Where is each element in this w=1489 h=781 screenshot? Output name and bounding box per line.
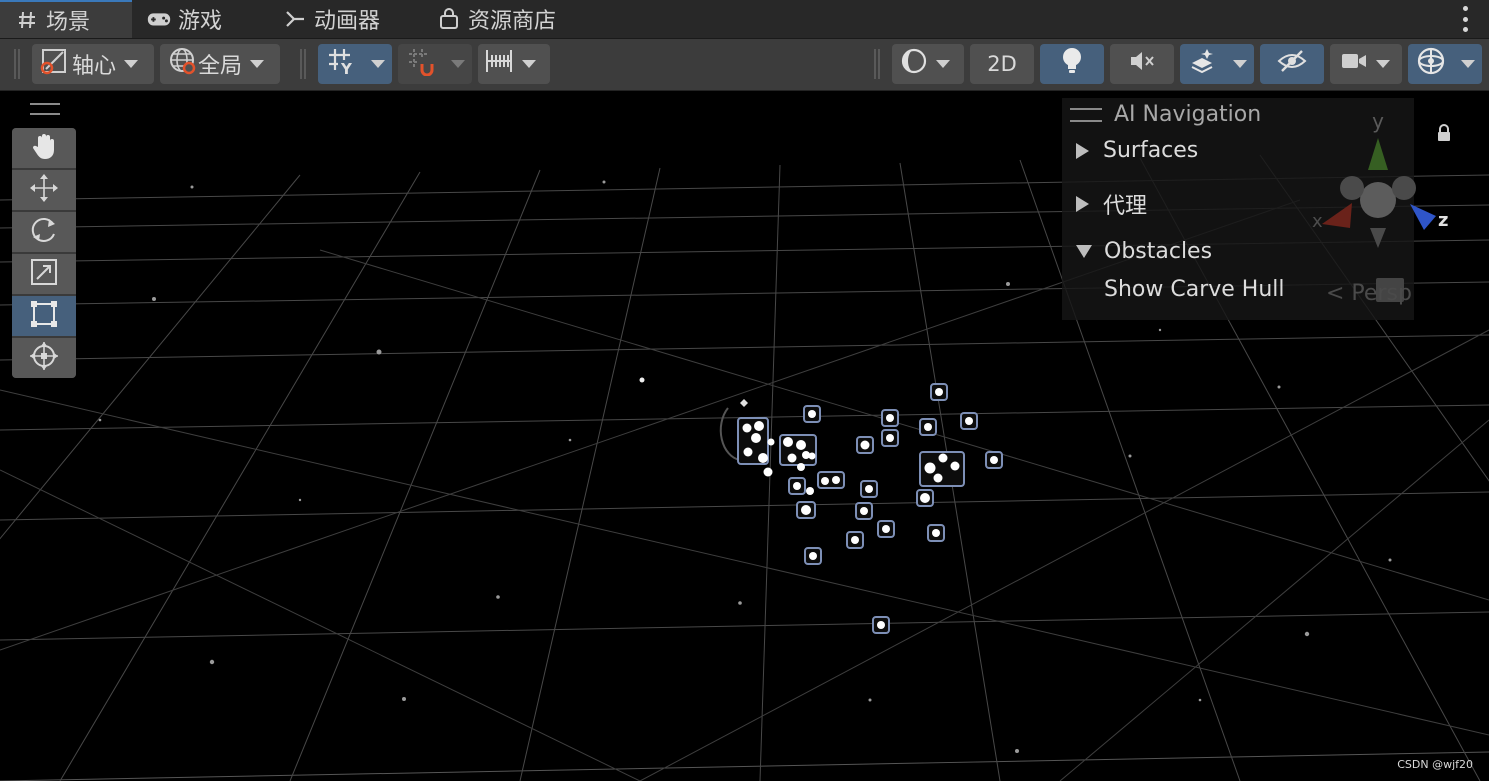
effects-toggle-button[interactable]	[1180, 44, 1226, 84]
mode-2d-label: 2D	[987, 52, 1017, 76]
foldout-label: 代理	[1103, 194, 1148, 219]
foldout-agents[interactable]: 代理	[1076, 188, 1147, 220]
rotate-icon	[29, 215, 59, 249]
axis-x-label: x	[1312, 211, 1323, 232]
move-tool-button[interactable]	[12, 170, 76, 210]
shaded-sphere-icon	[900, 47, 928, 81]
toolbar-grip[interactable]	[14, 49, 20, 79]
show-carve-hull-label: Show Carve Hull	[1104, 277, 1285, 302]
chevron-down-icon	[250, 60, 265, 68]
overlay-title: AI Navigation	[1114, 102, 1262, 127]
lighting-toggle-button[interactable]	[1040, 44, 1104, 84]
transform-tool-button[interactable]	[12, 338, 76, 378]
foldout-label: Obstacles	[1104, 239, 1213, 264]
foldout-surfaces[interactable]: Surfaces	[1076, 138, 1198, 163]
expand-arrow-icon	[1076, 142, 1089, 159]
gizmo-sphere-icon	[1415, 45, 1447, 83]
globe-icon	[168, 47, 196, 81]
ruler-icon	[484, 46, 514, 82]
mode-2d-button[interactable]: 2D	[970, 44, 1034, 84]
overlay-header[interactable]: AI Navigation	[1070, 102, 1261, 127]
foldout-obstacles[interactable]: Obstacles	[1076, 239, 1212, 264]
chevron-down-icon	[936, 60, 950, 68]
drag-handle-icon	[1070, 107, 1102, 122]
chevron-down-icon	[371, 60, 385, 68]
tab-label: 动画器	[314, 9, 381, 34]
pivot-label: 轴心	[72, 54, 117, 79]
global-label: 全局	[198, 54, 243, 79]
camera-settings-dropdown[interactable]	[1330, 44, 1402, 84]
increment-snap-dropdown[interactable]	[478, 44, 550, 84]
camera-icon	[1340, 50, 1368, 78]
rotate-tool-button[interactable]	[12, 212, 76, 252]
magnet-snap-icon	[406, 46, 436, 82]
tab-label: 资源商店	[468, 9, 557, 34]
audio-toggle-button[interactable]	[1110, 44, 1174, 84]
tools-drag-handle[interactable]	[30, 103, 60, 115]
transform-icon	[28, 340, 60, 376]
grid-snap-icon: Y	[326, 46, 356, 82]
expand-arrow-icon	[1076, 196, 1089, 212]
pivot-dropdown[interactable]: 轴心	[32, 44, 154, 84]
rect-transform-icon	[29, 299, 59, 333]
chevron-down-icon	[124, 60, 139, 68]
tab-label: 场景	[46, 10, 91, 35]
gizmos-toggle-button[interactable]	[1408, 44, 1454, 84]
watermark: CSDN @wjf20	[1397, 758, 1473, 771]
eye-hidden-icon	[1276, 48, 1308, 80]
global-dropdown[interactable]: 全局	[160, 44, 280, 84]
hand-icon	[29, 131, 59, 165]
animator-icon	[282, 9, 308, 29]
speaker-muted-icon	[1128, 48, 1156, 80]
snap-toggle-button[interactable]	[398, 44, 444, 84]
tab-game[interactable]: 游戏	[146, 0, 222, 38]
chevron-down-icon	[451, 60, 465, 68]
gamepad-icon	[146, 9, 172, 29]
scene-toolbar: 轴心 全局 Y 2D	[0, 39, 1489, 91]
effects-options-dropdown[interactable]	[1226, 44, 1254, 84]
grid-toggle-button[interactable]: Y	[318, 44, 364, 84]
scene-visibility-button[interactable]	[1260, 44, 1324, 84]
snap-options-dropdown[interactable]	[444, 44, 472, 84]
tab-animator[interactable]: 动画器	[282, 0, 380, 38]
svg-text:Y: Y	[340, 60, 353, 76]
scale-icon	[29, 257, 59, 291]
lightbulb-icon	[1059, 46, 1085, 82]
tab-bar: 场景 游戏 动画器 资源商店	[0, 0, 1489, 39]
toolbar-grip[interactable]	[300, 49, 306, 79]
hand-tool-button[interactable]	[12, 128, 76, 168]
scale-tool-button[interactable]	[12, 254, 76, 294]
shopping-bag-icon	[436, 8, 462, 30]
grid-options-dropdown[interactable]	[364, 44, 392, 84]
chevron-down-icon	[522, 60, 536, 68]
more-options-icon[interactable]	[1463, 6, 1469, 32]
gizmos-options-dropdown[interactable]	[1454, 44, 1482, 84]
draw-mode-dropdown[interactable]	[892, 44, 964, 84]
move-arrows-icon	[28, 172, 60, 208]
tab-label: 游戏	[178, 9, 223, 34]
collapse-arrow-icon	[1076, 245, 1092, 258]
chevron-down-icon	[1461, 60, 1475, 68]
axis-z-label: z	[1438, 210, 1448, 231]
foldout-label: Surfaces	[1103, 138, 1199, 163]
lock-icon[interactable]	[1436, 124, 1452, 146]
chevron-down-icon	[1233, 60, 1247, 68]
rect-tool-button[interactable]	[12, 296, 76, 336]
toolbar-grip[interactable]	[874, 49, 880, 79]
layers-effects-icon	[1188, 47, 1218, 81]
hash-icon	[14, 10, 40, 30]
chevron-down-icon	[1376, 60, 1390, 68]
tab-asset-store[interactable]: 资源商店	[436, 0, 556, 38]
tab-scene[interactable]: 场景	[0, 0, 132, 38]
show-carve-hull-option: Show Carve Hull	[1104, 277, 1285, 302]
tool-palette	[12, 128, 76, 378]
axis-y-label: y	[1372, 109, 1384, 133]
pivot-icon	[40, 47, 68, 81]
projection-label[interactable]: < Persp	[1326, 281, 1412, 306]
